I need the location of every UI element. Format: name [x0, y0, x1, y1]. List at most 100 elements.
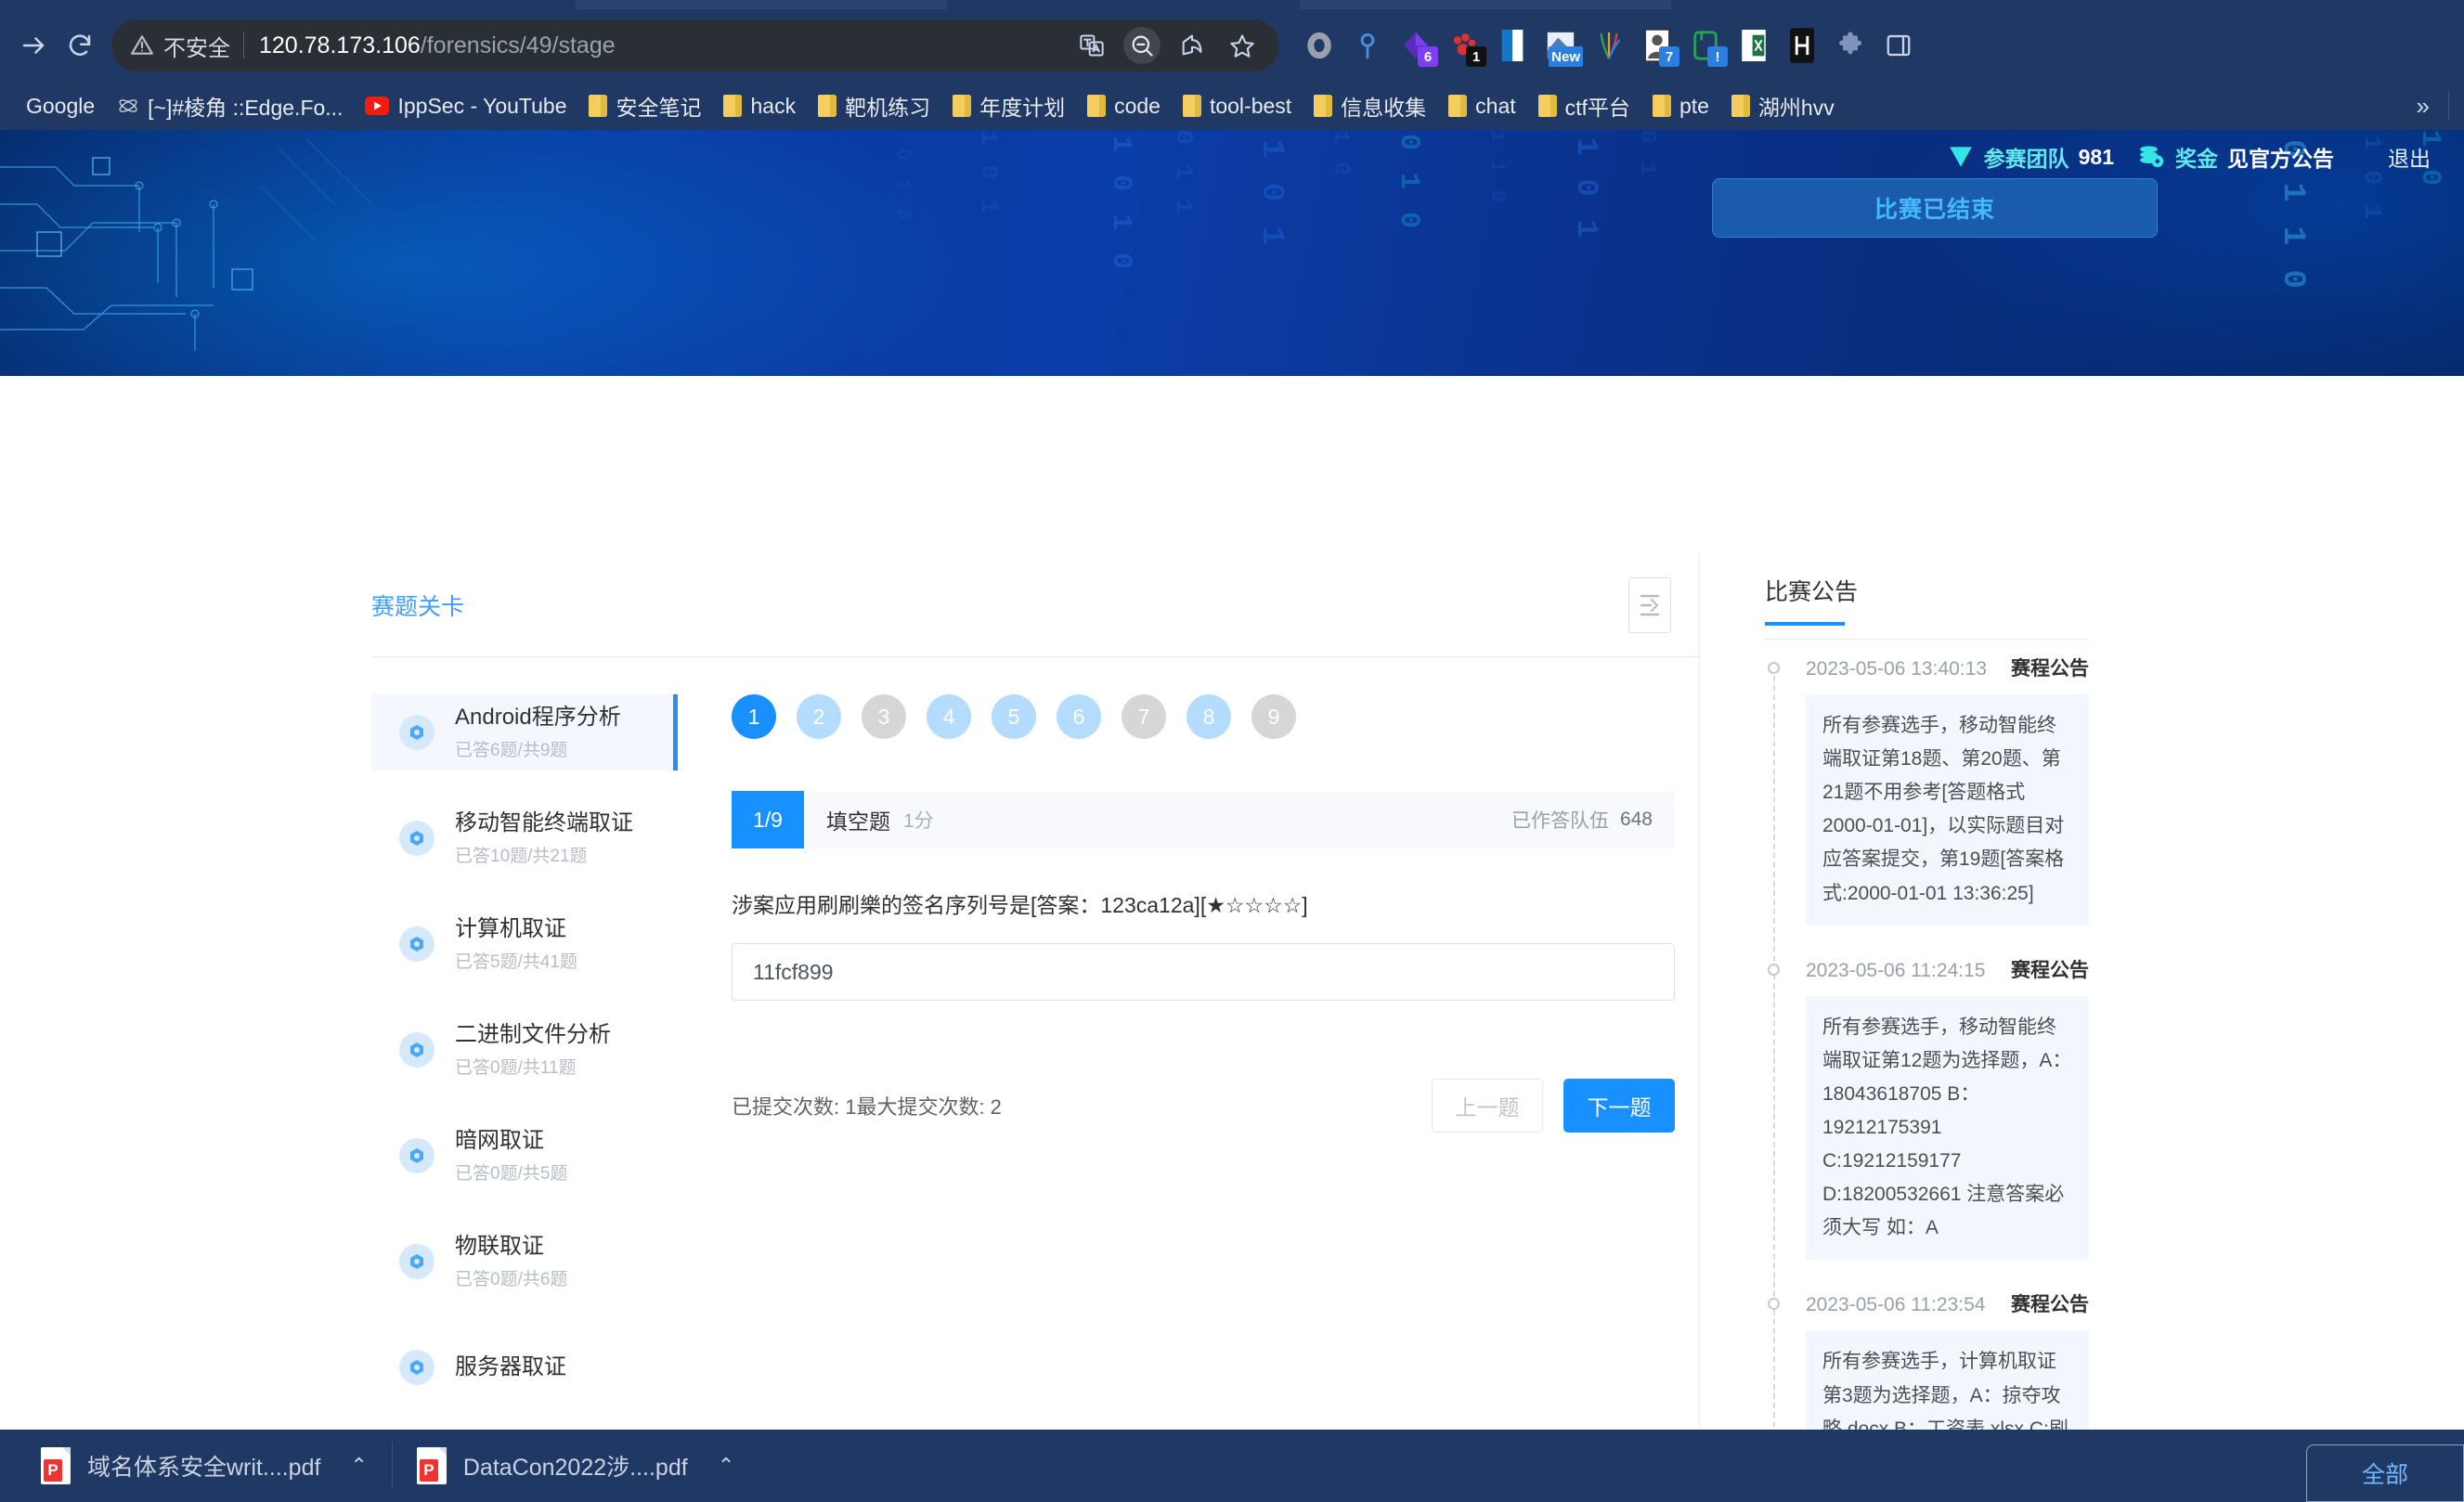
hero-top-nav: 参赛团队 981 奖金 见官方公告 退出 — [0, 130, 2464, 184]
bookmark-item[interactable]: [~]#棱角 ::Edge.Fo... — [106, 86, 354, 125]
prize-label: 奖金 — [2175, 147, 2218, 171]
translate-icon[interactable] — [1073, 27, 1110, 64]
extension-new-icon[interactable]: New — [1543, 28, 1583, 67]
extension-book-icon[interactable] — [1495, 28, 1530, 63]
category-title: 二进制文件分析 — [455, 1022, 611, 1047]
answer-input[interactable] — [732, 943, 1675, 1001]
extension-badge: 6 — [1418, 46, 1438, 67]
browser-tab[interactable] — [576, 0, 947, 9]
extension-portrait-icon[interactable]: 7 — [1640, 28, 1679, 67]
folder-icon — [1537, 95, 1557, 117]
browser-sidebar-icon[interactable] — [1881, 28, 1916, 63]
category-text: 服务器取证 — [455, 1353, 566, 1381]
download-item[interactable]: 域名体系安全writ....pdf ⌃ — [17, 1430, 392, 1502]
show-all-downloads-button[interactable]: 全部 — [2306, 1444, 2464, 1502]
hexagon-icon — [399, 1244, 434, 1279]
prize-value: 见官方公告 — [2227, 147, 2334, 171]
teams-answered-label: 已作答队伍 — [1511, 810, 1609, 832]
shield-icon — [1949, 147, 1972, 167]
bookmark-item[interactable]: pte — [1641, 90, 1720, 123]
chevron-up-icon[interactable]: ⌃ — [350, 1454, 367, 1478]
question-number-1[interactable]: 1 — [732, 694, 776, 739]
zoom-out-icon[interactable] — [1123, 27, 1161, 64]
bookmark-item[interactable]: IppSec - YouTube — [354, 90, 577, 123]
question-number-8[interactable]: 8 — [1187, 694, 1231, 739]
extensions-strip: 6 1 New 7 ! — [1302, 28, 1916, 67]
extension-excel-icon[interactable] — [1736, 28, 1771, 63]
announcement-item[interactable]: 2023-05-06 11:23:54 赛程公告 所有参赛选手，计算机取证第3题… — [1765, 1289, 2089, 1430]
extension-ring-icon[interactable] — [1302, 28, 1337, 63]
extension-phone-icon[interactable]: ! — [1688, 28, 1728, 67]
announcement-item[interactable]: 2023-05-06 13:40:13 赛程公告 所有参赛选手，移动智能终端取证… — [1765, 654, 2089, 926]
announcements-title: 比赛公告 — [1765, 579, 1859, 605]
announcement-time: 2023-05-06 11:23:54 — [1806, 1294, 1986, 1316]
category-item-computer[interactable]: 计算机取证 已答5题/共41题 — [371, 906, 678, 982]
tab-stage[interactable]: 赛题关卡 — [371, 589, 464, 622]
bookmark-item[interactable]: 靶机练习 — [807, 86, 941, 125]
prize-stat: 奖金 见官方公告 — [2138, 141, 2334, 173]
category-title: Android程序分析 — [455, 705, 621, 730]
youtube-icon — [365, 97, 390, 115]
category-item-mobile[interactable]: 移动智能终端取证 已答10题/共21题 — [371, 800, 678, 876]
collapse-panel-icon[interactable] — [1628, 576, 1671, 633]
reload-icon[interactable] — [59, 25, 100, 66]
teams-stat: 参赛团队 981 — [1947, 141, 2114, 173]
share-icon[interactable] — [1174, 27, 1211, 64]
bookmark-label: IppSec - YouTube — [397, 93, 567, 118]
extension-diamond-icon[interactable]: 6 — [1398, 28, 1438, 67]
extension-grass-icon[interactable] — [1591, 28, 1627, 63]
category-text: 物联取证 已答0题/共6题 — [455, 1233, 567, 1290]
contest-status-button[interactable]: 比赛已结束 — [1712, 178, 2158, 238]
bookmark-item[interactable]: 安全笔记 — [577, 86, 712, 125]
bookmark-item[interactable]: Google — [15, 90, 106, 123]
bookmark-item[interactable]: 年度计划 — [941, 86, 1076, 125]
bookmark-label: 湖州hvv — [1757, 96, 1835, 120]
extension-h-icon[interactable] — [1784, 28, 1820, 63]
question-number-2[interactable]: 2 — [797, 694, 841, 739]
question-number-6[interactable]: 6 — [1057, 694, 1101, 739]
category-text: 暗网取证 已答0题/共5题 — [455, 1127, 567, 1185]
download-item[interactable]: DataCon2022涉....pdf ⌃ — [393, 1430, 759, 1502]
bookmark-item[interactable]: 湖州hvv — [1720, 86, 1846, 125]
announcement-item[interactable]: 2023-05-06 11:24:15 赛程公告 所有参赛选手，移动智能终端取证… — [1765, 955, 2089, 1261]
bookmark-item[interactable]: ctf平台 — [1527, 86, 1641, 125]
question-number-9[interactable]: 9 — [1251, 694, 1296, 739]
prev-question-button[interactable]: 上一题 — [1432, 1079, 1543, 1133]
teams-answered-group: 已作答队伍 648 — [1511, 791, 1675, 848]
question-nav-buttons: 上一题 下一题 — [1432, 1079, 1675, 1133]
question-number-5[interactable]: 5 — [992, 694, 1036, 739]
question-number-3[interactable]: 3 — [862, 694, 906, 739]
bookmark-label: [~]#棱角 ::Edge.Fo... — [148, 96, 344, 120]
omnibox-divider — [243, 32, 244, 58]
category-item-android[interactable]: Android程序分析 已答6题/共9题 — [371, 694, 678, 770]
forward-arrow-icon[interactable] — [13, 25, 54, 66]
category-title: 暗网取证 — [455, 1128, 544, 1153]
bookmark-star-icon[interactable] — [1224, 27, 1261, 64]
tab-strip — [0, 0, 2464, 9]
question-number-4[interactable]: 4 — [927, 694, 971, 739]
category-item-binary[interactable]: 二进制文件分析 已答0题/共11题 — [371, 1012, 678, 1088]
pdf-file-icon — [416, 1447, 447, 1484]
bookmark-item[interactable]: tool-best — [1172, 90, 1303, 123]
category-progress: 已答0题/共11题 — [455, 1058, 577, 1078]
logout-button[interactable]: 退出 — [2388, 141, 2431, 173]
question-number-7[interactable]: 7 — [1122, 694, 1166, 739]
category-item-darkweb[interactable]: 暗网取证 已答0题/共5题 — [371, 1118, 678, 1194]
extension-pin-icon[interactable] — [1350, 28, 1385, 63]
extension-paw-icon[interactable]: 1 — [1446, 28, 1486, 67]
address-bar[interactable]: 不安全 120.78.173.106 /forensics/49/stage — [111, 19, 1279, 71]
next-question-button[interactable]: 下一题 — [1563, 1079, 1675, 1133]
bookmark-item[interactable]: hack — [712, 90, 807, 123]
extensions-puzzle-icon[interactable] — [1833, 28, 1868, 63]
category-item-iot[interactable]: 物联取证 已答0题/共6题 — [371, 1224, 678, 1300]
omnibox-actions — [1073, 27, 1261, 64]
category-item-server[interactable]: 服务器取证 — [371, 1329, 678, 1405]
browser-tab[interactable] — [1300, 0, 1671, 9]
folder-icon — [1731, 95, 1750, 117]
chevron-up-icon[interactable]: ⌃ — [718, 1454, 734, 1478]
bookmarks-overflow-icon[interactable]: » — [2404, 92, 2443, 121]
bookmark-item[interactable]: 信息收集 — [1303, 86, 1437, 125]
bookmark-item[interactable]: chat — [1437, 90, 1526, 123]
announcements-panel: 比赛公告 2023-05-06 13:40:13 赛程公告 所有参赛选手，移动智… — [1699, 553, 2089, 1430]
bookmark-item[interactable]: code — [1076, 90, 1172, 123]
